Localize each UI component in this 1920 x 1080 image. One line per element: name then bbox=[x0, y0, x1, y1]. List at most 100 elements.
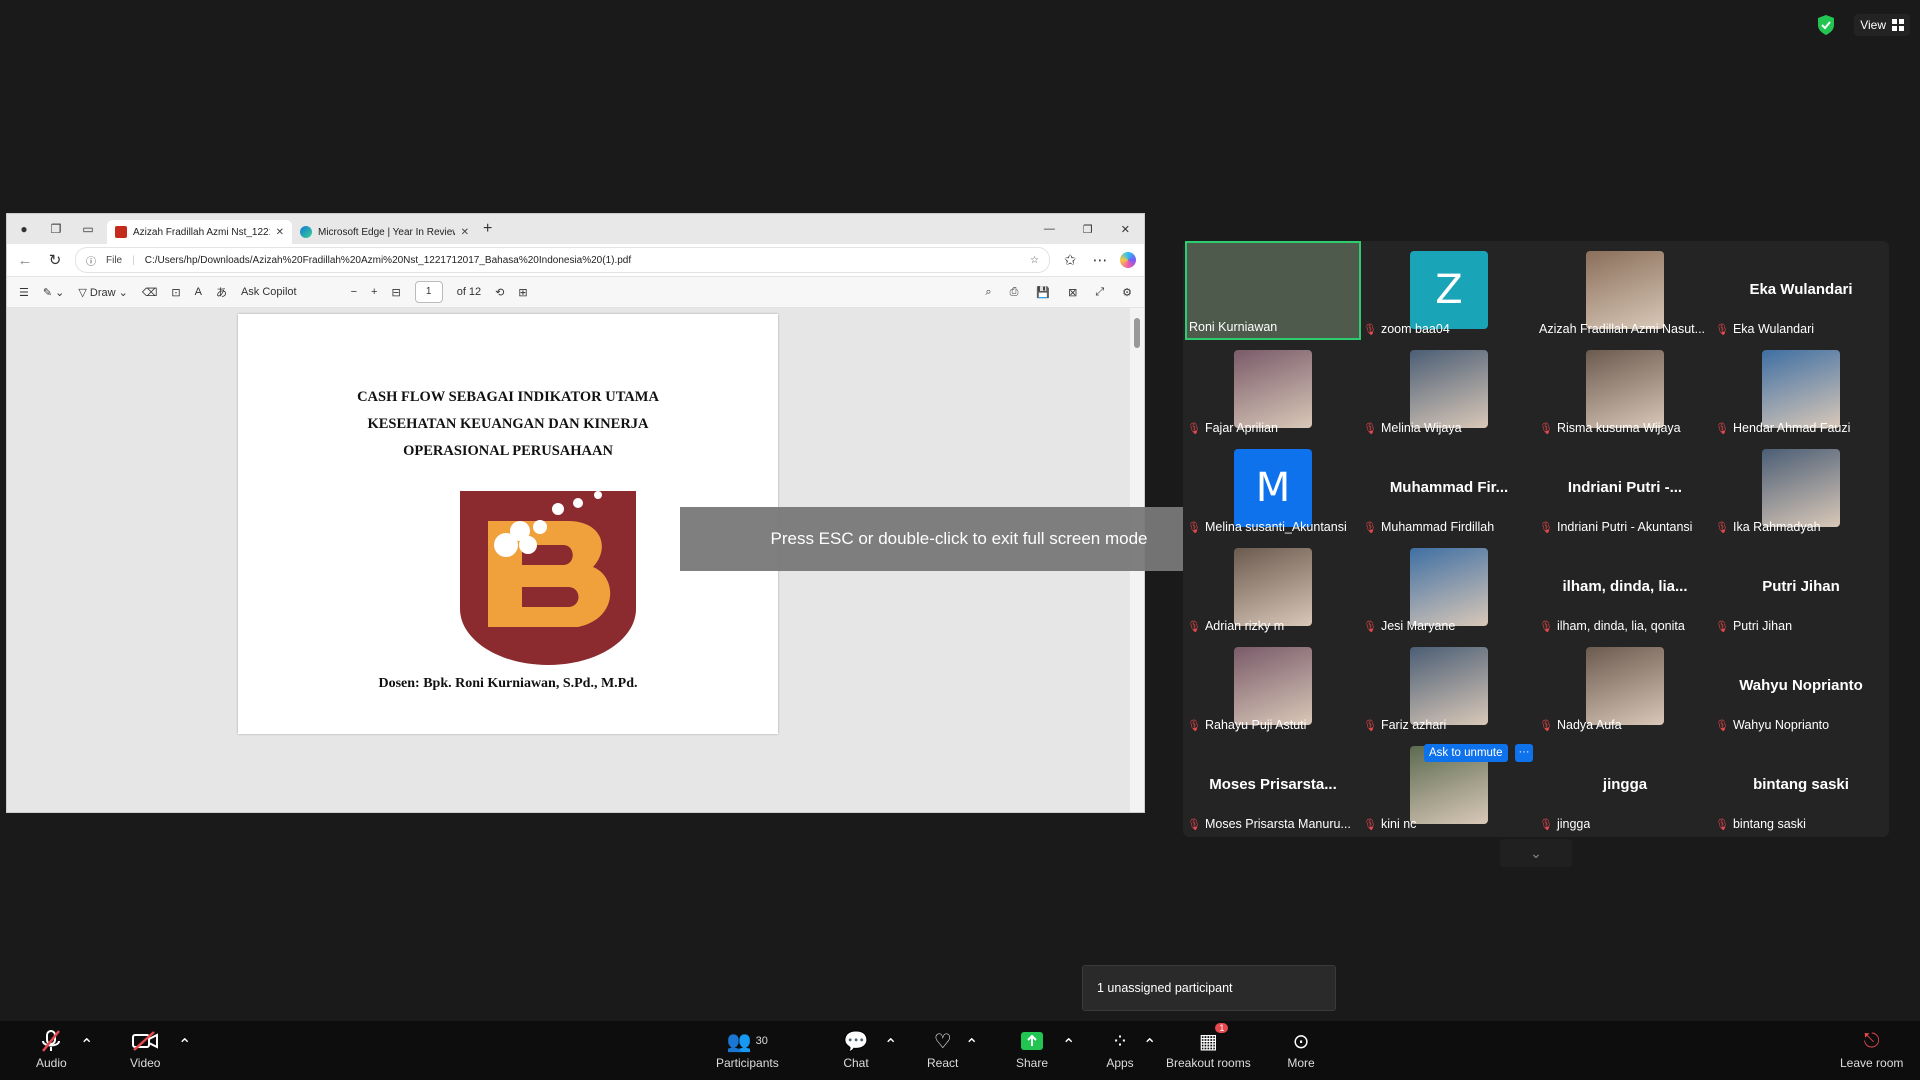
save-as-icon[interactable]: ⊠ bbox=[1068, 286, 1077, 299]
tab-pdf[interactable]: Azizah Fradillah Azmi Nst_12217 ✕ bbox=[107, 220, 292, 244]
participant-tile[interactable]: ilham, dinda, lia... 🎙 ilham, dinda, lia, … bbox=[1537, 538, 1713, 637]
text-icon[interactable]: ⊡ bbox=[171, 286, 180, 299]
favorite-icon[interactable]: ☆ bbox=[1030, 255, 1039, 266]
shield-icon[interactable] bbox=[1816, 14, 1836, 36]
participant-name-text: kini nc bbox=[1380, 817, 1417, 831]
mic-off-icon: 🎙 bbox=[1363, 719, 1377, 732]
participant-name: 🎙 ilham, dinda, lia, qonita bbox=[1539, 619, 1685, 633]
share-button[interactable]: Share bbox=[1016, 1029, 1048, 1070]
participant-tile[interactable]: Putri Jihan 🎙 Putri Jihan bbox=[1713, 538, 1889, 637]
close-window-icon[interactable]: ✕ bbox=[1121, 223, 1130, 236]
chat-icon: 💬 bbox=[843, 1030, 869, 1053]
share-caret-icon[interactable]: ⌃ bbox=[1062, 1035, 1075, 1055]
page-number-input[interactable]: 1 bbox=[414, 281, 443, 303]
new-tab-icon[interactable]: + bbox=[483, 220, 492, 238]
workspaces-icon[interactable]: ❐ bbox=[49, 222, 63, 236]
browser-tabbar: ● ❐ ▭ Azizah Fradillah Azmi Nst_12217 ✕ … bbox=[7, 214, 1144, 244]
more-button[interactable]: ⊙ More bbox=[1287, 1029, 1315, 1071]
participant-tile[interactable]: 🎙 Jesi Maryane bbox=[1361, 538, 1537, 637]
close-tab-icon[interactable]: ✕ bbox=[276, 227, 284, 238]
participant-tile[interactable]: 🎙 Hendar Ahmad Fauzi bbox=[1713, 340, 1889, 439]
zoom-out-icon[interactable]: − bbox=[351, 286, 357, 298]
audio-caret-icon[interactable]: ⌃ bbox=[80, 1035, 93, 1055]
participant-tile[interactable]: Eka Wulandari 🎙 Eka Wulandari bbox=[1713, 241, 1889, 340]
react-caret-icon[interactable]: ⌃ bbox=[965, 1035, 978, 1055]
participant-tile[interactable]: 🎙 Melinia Wijaya bbox=[1361, 340, 1537, 439]
participant-tile[interactable]: bintang saski 🎙 bintang saski bbox=[1713, 736, 1889, 835]
participant-tile[interactable]: 🎙 Rahayu Puji Astuti bbox=[1185, 637, 1361, 736]
leave-room-button[interactable]: ⎋ Leave room bbox=[1840, 1029, 1903, 1071]
participant-tile[interactable]: Indriani Putri -... 🎙 Indriani Putri - Aku… bbox=[1537, 439, 1713, 538]
participant-name-text: Nadya Aufa bbox=[1556, 718, 1622, 732]
apps-caret-icon[interactable]: ⌃ bbox=[1143, 1035, 1156, 1055]
tab-actions-icon[interactable]: ▭ bbox=[81, 222, 95, 236]
translate-icon[interactable]: あ bbox=[216, 284, 227, 300]
highlight-icon[interactable]: ✎ ⌄ bbox=[43, 286, 65, 299]
participant-name: 🎙 Ika Rahmadyah bbox=[1715, 520, 1821, 534]
participant-tile[interactable]: Z 🎙 zoom baa04 bbox=[1361, 241, 1537, 340]
close-tab-icon[interactable]: ✕ bbox=[461, 227, 469, 238]
draw-button[interactable]: ▽ Draw ⌄ bbox=[78, 286, 127, 299]
profile-icon[interactable]: ● bbox=[17, 222, 31, 236]
restore-icon[interactable]: ❐ bbox=[1083, 223, 1093, 236]
mic-off-icon: 🎙 bbox=[1539, 620, 1553, 633]
participants-button[interactable]: 👥 30 Participants bbox=[716, 1029, 779, 1071]
participant-tile[interactable]: Azizah Fradillah Azmi Nasut... bbox=[1537, 241, 1713, 340]
participant-tile[interactable]: 🎙 Fajar Aprilian bbox=[1185, 340, 1361, 439]
video-caret-icon[interactable]: ⌃ bbox=[178, 1035, 191, 1055]
settings-icon[interactable]: ⚙ bbox=[1122, 286, 1132, 299]
favorites-icon[interactable]: ✩ bbox=[1060, 251, 1080, 269]
participant-tile[interactable]: Roni Kurniawan bbox=[1185, 241, 1361, 340]
mic-off-icon: 🎙 bbox=[1715, 719, 1729, 732]
refresh-icon[interactable]: ↻ bbox=[45, 251, 65, 269]
participant-tile[interactable]: 🎙 Ika Rahmadyah bbox=[1713, 439, 1889, 538]
tab-edge[interactable]: Microsoft Edge | Year In Review ✕ bbox=[292, 220, 477, 244]
participant-name: 🎙 Risma kusuma Wijaya bbox=[1539, 421, 1681, 435]
contents-icon[interactable]: ☰ bbox=[19, 286, 29, 299]
audio-button[interactable]: Audio bbox=[36, 1029, 67, 1070]
read-aloud-icon[interactable]: A bbox=[195, 286, 202, 298]
participant-tile[interactable]: jingga 🎙 jingga bbox=[1537, 736, 1713, 835]
ask-to-unmute-button[interactable]: Ask to unmute bbox=[1424, 744, 1508, 762]
share-label: Share bbox=[1016, 1056, 1049, 1070]
scrollbar-thumb[interactable] bbox=[1134, 318, 1140, 348]
breakout-rooms-button[interactable]: ▦ 1 Breakout rooms bbox=[1166, 1023, 1251, 1070]
minimize-icon[interactable]: — bbox=[1044, 223, 1055, 236]
chat-caret-icon[interactable]: ⌃ bbox=[884, 1035, 897, 1055]
mic-off-icon: 🎙 bbox=[1539, 422, 1553, 435]
participant-tile[interactable]: 🎙 Adrian rizky m bbox=[1185, 538, 1361, 637]
participant-tile[interactable]: 🎙 Fariz azhari bbox=[1361, 637, 1537, 736]
participant-tile[interactable]: M 🎙 Melina susanti_Akuntansi bbox=[1185, 439, 1361, 538]
participant-tile[interactable]: Wahyu Noprianto 🎙 Wahyu Noprianto bbox=[1713, 637, 1889, 736]
print-icon[interactable]: ⎙ bbox=[1010, 286, 1019, 299]
info-icon[interactable]: ⓘ bbox=[86, 253, 96, 268]
participant-name-text: Wahyu Noprianto bbox=[1732, 718, 1830, 732]
chat-button[interactable]: 💬 Chat bbox=[842, 1029, 870, 1071]
participant-tile[interactable]: Muhammad Fir... 🎙 Muhammad Firdillah bbox=[1361, 439, 1537, 538]
ask-copilot-button[interactable]: Ask Copilot bbox=[241, 286, 297, 298]
video-button[interactable]: Video bbox=[130, 1029, 160, 1070]
participant-tile[interactable]: 🎙 Risma kusuma Wijaya bbox=[1537, 340, 1713, 439]
eraser-icon[interactable]: ⌫ bbox=[142, 286, 158, 299]
participant-name: 🎙 Fariz azhari bbox=[1363, 718, 1446, 732]
react-button[interactable]: ♡ React bbox=[927, 1029, 958, 1071]
back-icon[interactable]: ← bbox=[15, 252, 35, 269]
participant-tile[interactable]: 🎙 Nadya Aufa bbox=[1537, 637, 1713, 736]
fullscreen-icon[interactable]: ⤢ bbox=[1095, 286, 1104, 299]
rotate-icon[interactable]: ⟲ bbox=[495, 286, 504, 299]
url-field[interactable]: ⓘ File | C:/Users/hp/Downloads/Azizah%20… bbox=[75, 247, 1050, 273]
more-icon[interactable]: ⋯ bbox=[1090, 251, 1110, 269]
participant-name: 🎙 Eka Wulandari bbox=[1715, 322, 1814, 336]
copilot-icon[interactable] bbox=[1120, 252, 1136, 268]
save-icon[interactable]: 💾 bbox=[1036, 286, 1050, 299]
search-icon[interactable]: ⌕ bbox=[985, 286, 991, 299]
gallery-next-chevron-icon[interactable]: ⌄ bbox=[1500, 839, 1572, 867]
participant-name: 🎙 Wahyu Noprianto bbox=[1715, 718, 1829, 732]
view-button[interactable]: View bbox=[1854, 14, 1910, 36]
participant-more-button[interactable]: ··· bbox=[1515, 744, 1533, 762]
participant-tile[interactable]: Moses Prisarsta... 🎙 Moses Prisarsta Manur… bbox=[1185, 736, 1361, 835]
fit-page-icon[interactable]: ⊟ bbox=[391, 286, 400, 299]
apps-button[interactable]: ⁘ Apps bbox=[1106, 1029, 1134, 1071]
page-view-icon[interactable]: ⊞ bbox=[518, 286, 527, 299]
zoom-in-icon[interactable]: + bbox=[371, 286, 377, 298]
